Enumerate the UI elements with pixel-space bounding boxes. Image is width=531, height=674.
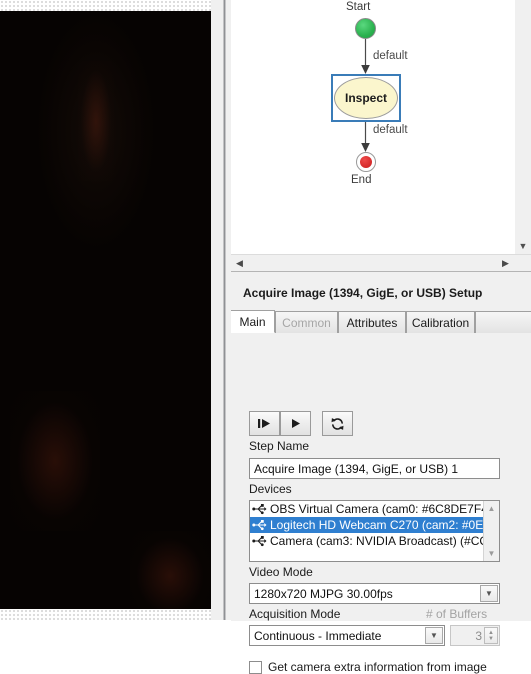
- inspect-step-node[interactable]: Inspect: [334, 77, 398, 119]
- buffers-label: # of Buffers: [426, 607, 488, 621]
- camera-preview-pane[interactable]: [0, 0, 211, 620]
- flowchart-vertical-scrollbar[interactable]: ▼: [514, 0, 531, 254]
- tab-attributes[interactable]: Attributes: [338, 311, 406, 333]
- camera-preview-image[interactable]: [0, 11, 211, 620]
- right-column: Start default Inspect default End ▼ ◀ ▶: [231, 0, 531, 674]
- tab-common: Common: [275, 311, 338, 333]
- stepper-arrows-icon: ▲ ▼: [484, 627, 498, 644]
- setup-panel-title: Acquire Image (1394, GigE, or USB) Setup: [231, 282, 531, 304]
- tab-main[interactable]: Main: [231, 310, 275, 333]
- end-node-label: End: [351, 174, 372, 186]
- list-item[interactable]: Logitech HD Webcam C270 (cam2: #0E66D17։: [250, 517, 499, 533]
- usb-icon: [252, 536, 267, 547]
- image-pane-margin: [211, 0, 223, 620]
- scroll-right-icon[interactable]: ▶: [497, 255, 514, 271]
- devices-scrollbar[interactable]: ▲ ▼: [483, 501, 499, 561]
- devices-list[interactable]: OBS Virtual Camera (cam0: #6C8DE7F4AC2C1: [249, 500, 500, 562]
- video-mode-label: Video Mode: [249, 565, 313, 579]
- acquisition-mode-select[interactable]: Continuous - Immediate ▼: [249, 625, 445, 646]
- usb-icon: [252, 520, 267, 531]
- scroll-left-icon[interactable]: ◀: [231, 255, 248, 271]
- acquisition-mode-value: Continuous - Immediate: [254, 628, 382, 643]
- chevron-down-icon[interactable]: ▼: [425, 627, 443, 644]
- step-once-button[interactable]: [249, 411, 280, 436]
- video-mode-value: 1280x720 MJPG 30.00fps: [254, 586, 393, 601]
- refresh-icon: [331, 417, 344, 430]
- usb-icon: [252, 504, 267, 515]
- play-icon: [291, 419, 300, 428]
- devices-label: Devices: [249, 482, 292, 496]
- buffers-stepper: 3 ▲ ▼: [450, 625, 500, 646]
- flowchart-horizontal-scrollbar[interactable]: ◀ ▶: [231, 254, 531, 271]
- scroll-down-icon[interactable]: ▼: [515, 237, 531, 254]
- application-window: Start default Inspect default End ▼ ◀ ▶: [0, 0, 531, 674]
- list-item[interactable]: Camera (cam3: NVIDIA Broadcast) (#CC7EA7…: [250, 533, 499, 549]
- list-item-label: Camera (cam3: NVIDIA Broadcast) (#CC7EA7…: [270, 534, 499, 548]
- setup-tabstrip: Main Common Attributes Calibration: [231, 310, 531, 333]
- scroll-down-icon[interactable]: ▼: [484, 546, 499, 561]
- reset-button[interactable]: [322, 411, 353, 436]
- start-node[interactable]: [355, 18, 376, 39]
- edge-label-inspect-to-end: default: [373, 124, 408, 136]
- flowchart-canvas[interactable]: Start default Inspect default End: [231, 0, 514, 254]
- extra-info-row[interactable]: Get camera extra information from image: [249, 660, 487, 674]
- scroll-up-icon[interactable]: ▲: [484, 501, 499, 516]
- step-name-label: Step Name: [249, 439, 310, 453]
- chevron-down-icon[interactable]: ▼: [480, 585, 498, 602]
- tab-calibration[interactable]: Calibration: [406, 311, 475, 333]
- video-mode-select[interactable]: 1280x720 MJPG 30.00fps ▼: [249, 583, 500, 604]
- end-node[interactable]: [356, 152, 376, 172]
- extra-info-label: Get camera extra information from image: [268, 660, 487, 674]
- inspection-flowchart-pane[interactable]: Start default Inspect default End ▼: [231, 0, 531, 254]
- main-tab-page: Step Name Acquire Image (1394, GigE, or …: [231, 333, 531, 674]
- edge-label-start-to-inspect: default: [373, 50, 408, 62]
- list-item[interactable]: OBS Virtual Camera (cam0: #6C8DE7F4AC2C1: [250, 501, 499, 517]
- acquisition-mode-label: Acquisition Mode: [249, 607, 341, 621]
- list-item-label: Logitech HD Webcam C270 (cam2: #0E66D17։: [270, 518, 499, 532]
- buffers-value: 3: [475, 628, 482, 643]
- end-node-inner: [359, 155, 372, 168]
- list-item-label: OBS Virtual Camera (cam0: #6C8DE7F4AC2C1: [270, 502, 499, 516]
- step-setup-panel: Acquire Image (1394, GigE, or USB) Setup…: [231, 271, 531, 674]
- step-once-icon: [258, 419, 270, 428]
- run-button[interactable]: [280, 411, 311, 436]
- extra-info-checkbox[interactable]: [249, 660, 262, 674]
- image-border-pattern-top: [0, 0, 211, 11]
- start-node-label: Start: [346, 1, 371, 13]
- tabstrip-filler: [475, 311, 531, 333]
- image-border-pattern-bottom: [0, 609, 211, 620]
- step-name-input[interactable]: Acquire Image (1394, GigE, or USB) 1: [249, 458, 500, 479]
